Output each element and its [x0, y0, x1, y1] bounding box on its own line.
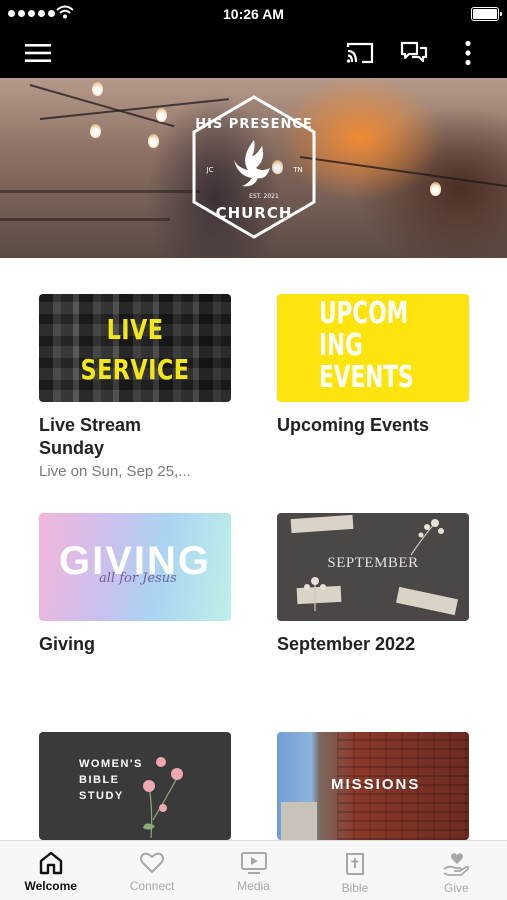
card-title: September 2022 — [277, 634, 416, 654]
card-title: Upcoming Events — [277, 415, 430, 435]
flower-icon — [410, 519, 444, 556]
upcoming-events-thumbnail[interactable]: UPCOM ING EVENTS — [277, 294, 469, 402]
september-thumbnail[interactable]: SEPTEMBER — [277, 513, 469, 621]
card-september[interactable]: SEPTEMBER September 2022 — [277, 513, 469, 656]
tab-label: Give — [443, 881, 469, 895]
tab-media[interactable]: Media — [203, 841, 304, 900]
status-bar: 10:26 AM — [0, 0, 507, 28]
september-thumb-text: SEPTEMBER — [327, 555, 419, 571]
tab-label: Media — [237, 879, 270, 893]
giving-thumbnail[interactable]: GIVING all for Jesus — [39, 513, 231, 621]
logo-top-text: HIS PRESENCE — [195, 117, 313, 132]
hero-banner: HIS PRESENCE CHURCH JC TN EST. 2021 — [0, 78, 507, 258]
chat-icon[interactable] — [398, 38, 430, 68]
logo-bottom-text: CHURCH — [216, 204, 293, 222]
card-missions[interactable]: MISSIONS — [277, 732, 469, 840]
more-vertical-icon[interactable] — [452, 38, 484, 68]
flower-icon — [304, 577, 326, 611]
card-title: Live Stream Sunday — [39, 415, 142, 458]
card-upcoming-events[interactable]: UPCOM ING EVENTS Upcoming Events — [277, 294, 469, 437]
tab-label: Welcome — [24, 879, 77, 893]
tab-give[interactable]: Give — [406, 841, 507, 900]
card-womens-bible-study[interactable]: WOMEN'S BIBLE STUDY — [39, 732, 231, 840]
womens-bible-study-thumbnail[interactable]: WOMEN'S BIBLE STUDY — [39, 732, 231, 840]
hand-heart-icon — [443, 853, 470, 876]
battery-icon — [471, 7, 502, 21]
cast-icon[interactable] — [344, 38, 376, 68]
play-screen-icon — [240, 852, 267, 874]
tab-bible[interactable]: Bible — [304, 841, 405, 900]
flower-icon — [143, 757, 183, 839]
tab-connect[interactable]: Connect — [101, 841, 202, 900]
tab-label: Bible — [341, 881, 369, 895]
live-thumb-line2: SERVICE — [80, 353, 190, 386]
bible-icon — [345, 853, 364, 875]
logo-right-text: TN — [292, 166, 303, 174]
app-bar — [0, 28, 507, 78]
missions-thumbnail[interactable]: MISSIONS — [277, 732, 469, 840]
logo-left-text: JC — [206, 166, 214, 174]
tab-welcome[interactable]: Welcome — [0, 841, 101, 900]
heart-icon — [140, 852, 165, 873]
status-time: 10:26 AM — [223, 6, 284, 22]
home-icon — [39, 851, 62, 875]
card-giving[interactable]: GIVING all for Jesus Giving — [39, 513, 231, 656]
live-service-thumbnail[interactable]: LIVE SERVICE — [39, 294, 231, 402]
giving-thumb-script: all for Jesus — [99, 571, 177, 586]
events-thumb-text: UPCOM ING EVENTS — [319, 296, 414, 395]
church-logo: HIS PRESENCE CHURCH JC TN EST. 2021 — [192, 95, 316, 239]
card-subtitle: Live on Sun, Sep 25,... — [39, 463, 191, 480]
missions-thumb-text: MISSIONS — [331, 776, 421, 793]
live-thumb-line1: LIVE — [106, 313, 164, 346]
card-title: Giving — [39, 634, 96, 654]
hamburger-menu-icon[interactable] — [22, 38, 54, 68]
bottom-tab-bar: Welcome Connect Media Bible Give — [0, 840, 507, 900]
logo-est-text: EST. 2021 — [249, 193, 279, 200]
card-live-stream[interactable]: LIVE SERVICE Live Stream Sunday Live on … — [39, 294, 231, 480]
tab-label: Connect — [129, 879, 175, 893]
